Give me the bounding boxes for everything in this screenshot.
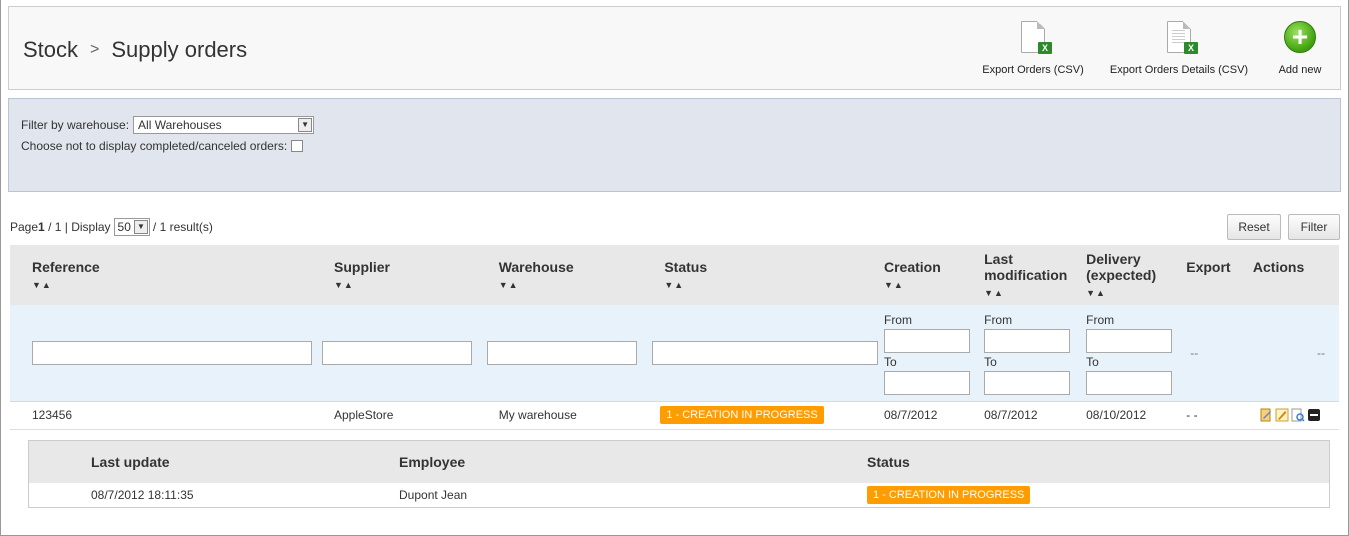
change-state-icon[interactable] [1259, 408, 1273, 422]
modification-from-input[interactable] [984, 328, 1071, 353]
cell-warehouse: My warehouse [476, 401, 643, 430]
history-header-row: Last update Employee Status [29, 441, 1329, 483]
history-employee: Dupont Jean [339, 483, 811, 507]
supply-orders-table: Reference ▼▲ Supplier ▼▲ Warehouse ▼▲ Statu… [10, 245, 1339, 430]
view-icon[interactable] [1291, 408, 1305, 422]
page-suffix: / 1 | Display [48, 220, 111, 234]
col-warehouse: Warehouse ▼▲ [476, 245, 643, 305]
table-header-row: Reference ▼▲ Supplier ▼▲ Warehouse ▼▲ Statu… [10, 245, 1339, 305]
col-history-status: Status [811, 441, 1329, 483]
modification-to-label: To [984, 354, 997, 369]
delivery-from-input[interactable] [1086, 328, 1173, 353]
col-supplier: Supplier ▼▲ [312, 245, 477, 305]
per-page-value: 50 [117, 220, 131, 234]
export-orders-button[interactable]: X Export Orders (CSV) [973, 7, 1093, 91]
warehouse-filter-panel: Filter by warehouse: All Warehouses ▼ Ch… [8, 98, 1341, 192]
order-history-panel: Last update Employee Status 08/7/2012 18… [28, 440, 1330, 508]
sort-arrows-icon[interactable]: ▼▲ [984, 288, 1086, 298]
sort-arrows-icon[interactable]: ▼▲ [334, 280, 477, 290]
chevron-down-icon: ▼ [133, 220, 148, 234]
status-badge: 1 - CREATION IN PROGRESS [660, 406, 824, 424]
cell-actions [1252, 401, 1339, 430]
add-new-label: Add new [1278, 64, 1322, 76]
current-page: 1 [38, 220, 45, 234]
hide-completed-label: Choose not to display completed/canceled… [21, 139, 288, 153]
breadcrumb: Stock > Supply orders [23, 37, 247, 63]
collapse-icon[interactable] [1307, 408, 1321, 422]
excel-export-icon: X [1021, 21, 1052, 54]
actions-filter-empty: -- [1252, 305, 1339, 402]
creation-to-label: To [883, 354, 897, 369]
history-row: 08/7/2012 18:11:35 Dupont Jean 1 - CREAT… [29, 483, 1329, 507]
warehouse-select[interactable]: All Warehouses ▼ [133, 116, 315, 134]
page-title: Supply orders [111, 37, 248, 62]
table-row[interactable]: 123456 AppleStore My warehouse 1 - CREAT… [10, 401, 1339, 430]
cell-export: - - [1186, 401, 1253, 430]
add-circle-icon: + [1284, 21, 1316, 53]
supplier-filter-input[interactable] [322, 340, 472, 365]
creation-from-label: From [883, 312, 912, 327]
edit-icon[interactable] [1275, 408, 1289, 422]
pagination: Page 1 / 1 | Display 50 ▼ / 1 result(s) [10, 218, 213, 236]
sort-arrows-icon[interactable]: ▼▲ [664, 280, 884, 290]
breadcrumb-parent[interactable]: Stock [23, 37, 78, 63]
col-creation: Creation ▼▲ [883, 245, 985, 305]
col-delivery: Delivery (expected) ▼▲ [1086, 245, 1187, 305]
delivery-to-label: To [1086, 354, 1099, 369]
export-details-button[interactable]: X Export Orders Details (CSV) [1099, 7, 1259, 91]
breadcrumb-separator: > [90, 41, 100, 58]
cell-last-modification: 08/7/2012 [984, 401, 1087, 430]
history-last-update: 08/7/2012 18:11:35 [29, 483, 339, 507]
delivery-to-input[interactable] [1086, 370, 1173, 395]
cell-creation: 08/7/2012 [883, 401, 985, 430]
col-actions: Actions [1252, 245, 1339, 305]
reference-filter-input[interactable] [32, 340, 312, 365]
col-export: Export [1186, 245, 1253, 305]
page-toolbar: Stock > Supply orders X Export Orders (C… [8, 6, 1341, 90]
page-prefix: Page [10, 220, 39, 234]
excel-export-icon: X [1167, 21, 1198, 54]
creation-to-input[interactable] [883, 370, 970, 395]
modification-from-label: From [984, 312, 1013, 327]
col-employee: Employee [339, 441, 811, 483]
status-filter-input[interactable] [652, 340, 879, 365]
export-filter-empty: -- [1186, 305, 1253, 402]
sort-arrows-icon[interactable]: ▼▲ [499, 280, 643, 290]
cell-delivery: 08/10/2012 [1086, 401, 1187, 430]
creation-from-input[interactable] [883, 328, 970, 353]
warehouse-filter-input[interactable] [486, 340, 637, 365]
result-count: / 1 result(s) [152, 220, 213, 234]
export-details-label: Export Orders Details (CSV) [1109, 64, 1249, 76]
cell-supplier: AppleStore [312, 401, 477, 430]
sort-arrows-icon[interactable]: ▼▲ [884, 280, 984, 290]
hide-completed-checkbox[interactable] [291, 140, 304, 152]
col-last-modification: Last modification ▼▲ [984, 245, 1087, 305]
cell-reference: 123456 [10, 401, 312, 430]
col-reference: Reference ▼▲ [10, 245, 312, 305]
add-new-button[interactable]: + Add new [1271, 7, 1329, 91]
per-page-select[interactable]: 50 ▼ [113, 218, 150, 236]
filter-button[interactable]: Filter [1288, 214, 1340, 240]
history-status-badge: 1 - CREATION IN PROGRESS [867, 486, 1031, 504]
delivery-from-label: From [1086, 312, 1115, 327]
warehouse-select-value: All Warehouses [138, 118, 222, 132]
warehouse-filter-label: Filter by warehouse: [21, 118, 130, 132]
modification-to-input[interactable] [984, 370, 1071, 395]
reset-button[interactable]: Reset [1227, 214, 1281, 240]
sort-arrows-icon[interactable]: ▼▲ [32, 280, 312, 290]
sort-arrows-icon[interactable]: ▼▲ [1086, 288, 1186, 298]
col-status: Status ▼▲ [642, 245, 884, 305]
col-last-update: Last update [29, 441, 339, 483]
chevron-down-icon: ▼ [298, 118, 313, 132]
filter-row: From To From To From To -- -- [10, 305, 1339, 402]
export-orders-label: Export Orders (CSV) [982, 64, 1084, 76]
